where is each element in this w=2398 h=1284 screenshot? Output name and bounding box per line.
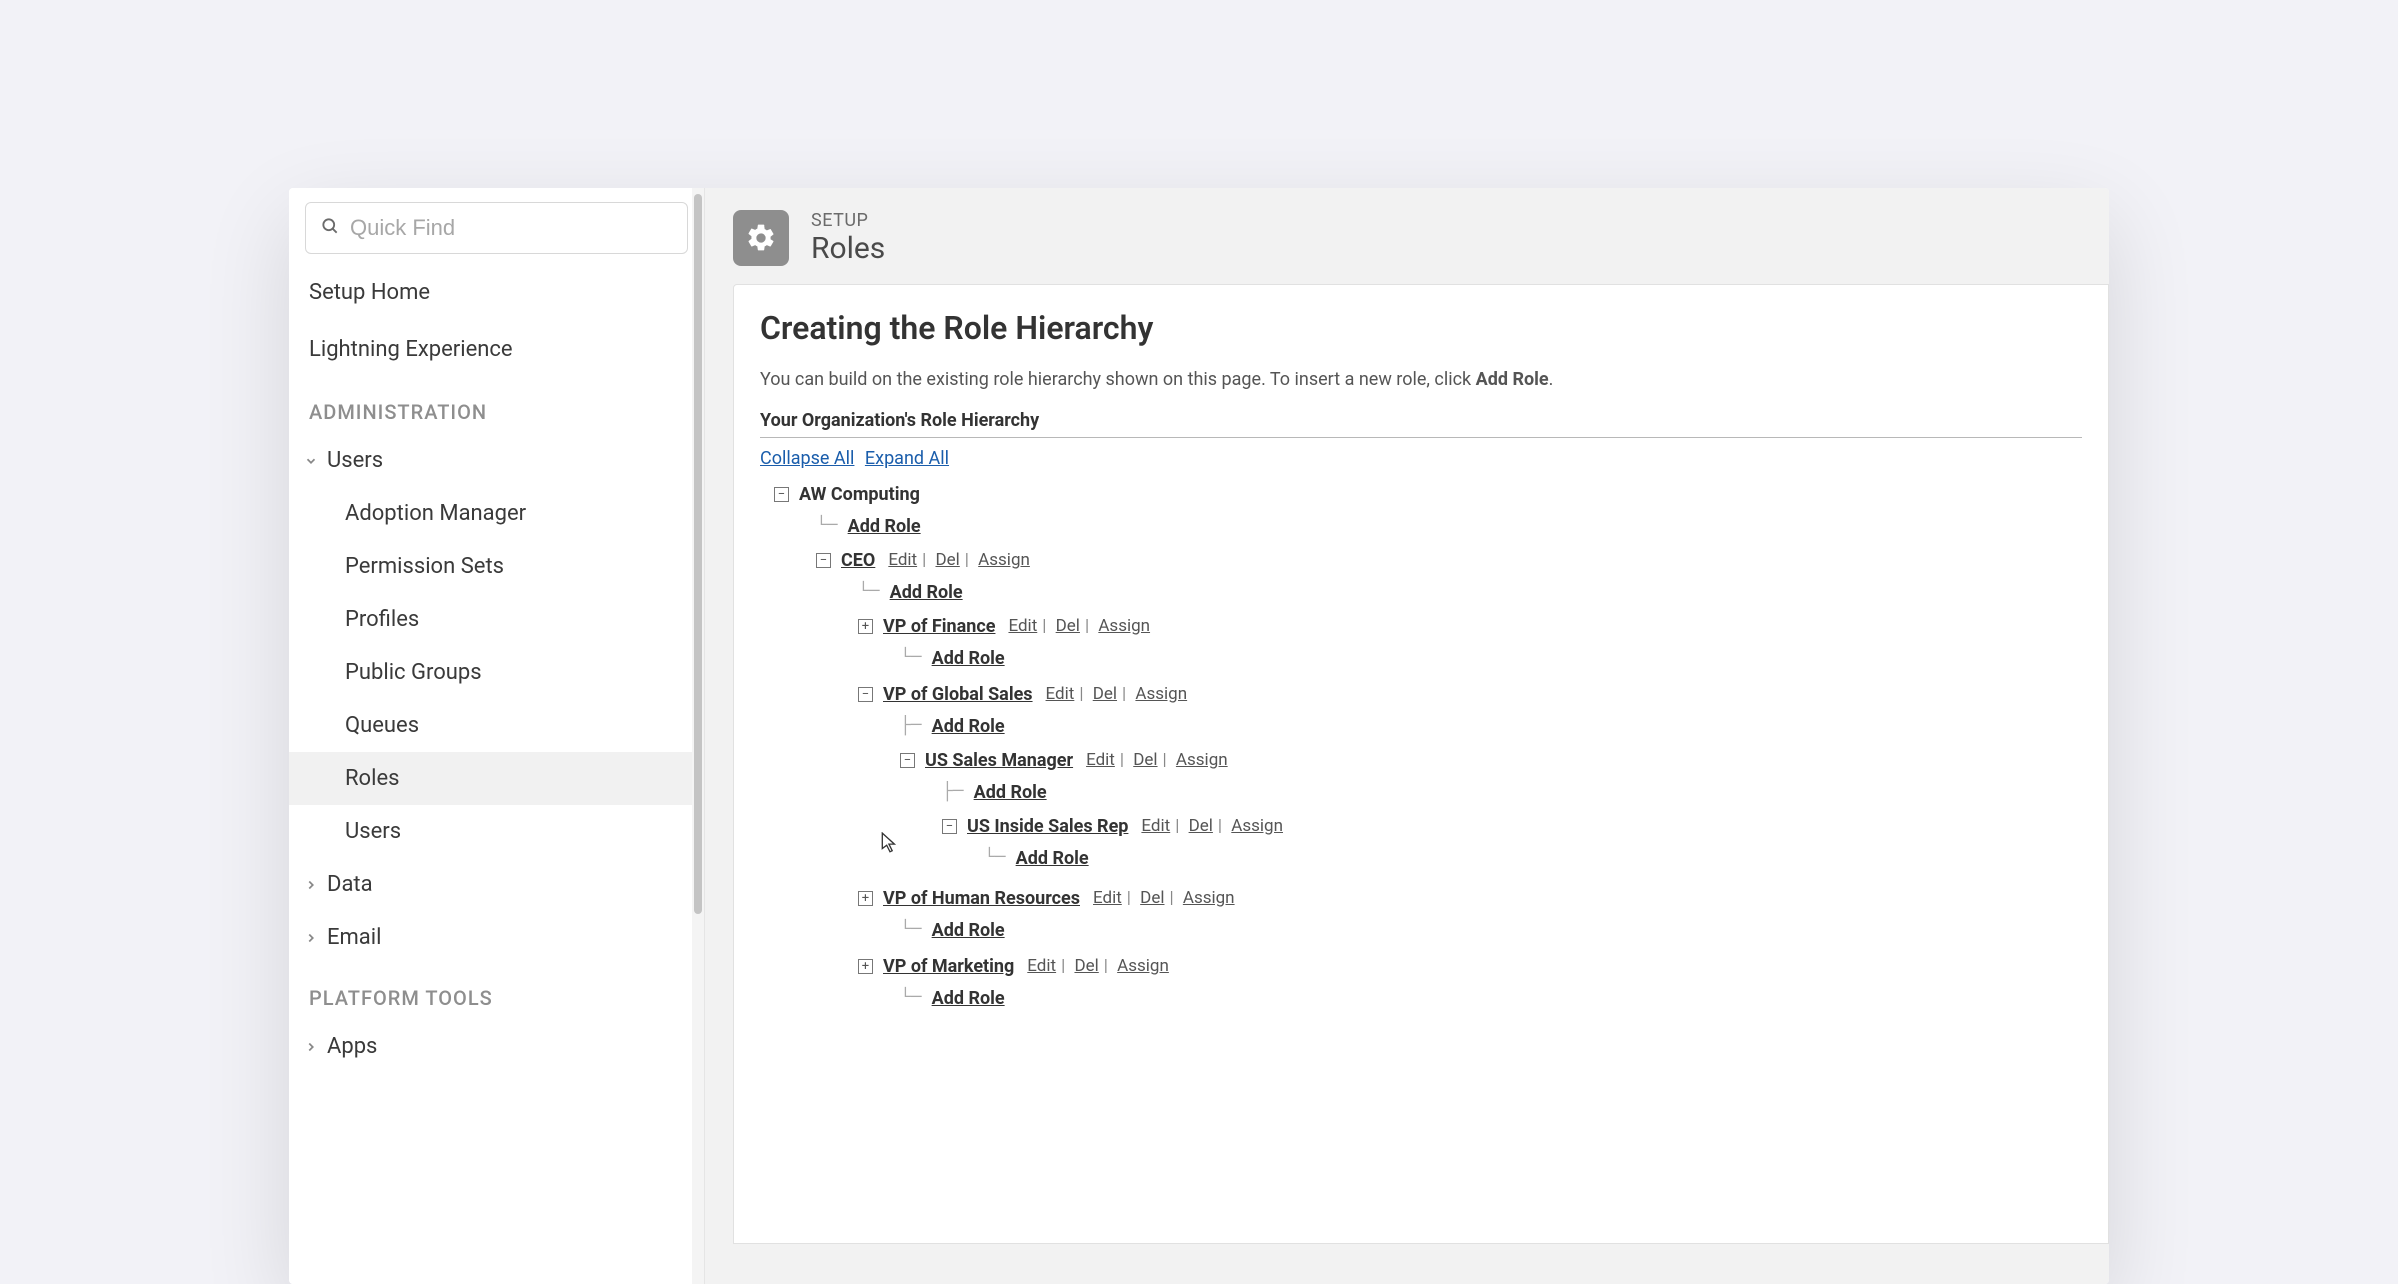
nav-setup-home[interactable]: Setup Home (289, 264, 704, 321)
add-role-link[interactable]: Add Role (932, 716, 1005, 737)
nav-heading-platform-tools: PLATFORM TOOLS (289, 964, 704, 1020)
tree-connector-icon: └─ (900, 648, 922, 668)
org-name: AW Computing (799, 484, 920, 505)
del-link[interactable]: Del (1053, 616, 1083, 636)
nav-users-label: Users (327, 448, 383, 473)
nav-users-item[interactable]: Users (289, 805, 704, 858)
chevron-right-icon (303, 930, 319, 946)
add-role-link[interactable]: Add Role (974, 782, 1047, 803)
sidebar-scrollbar[interactable] (692, 188, 704, 1284)
scrollbar-thumb[interactable] (694, 194, 702, 914)
role-us-inside-sales-rep[interactable]: US Inside Sales Rep (967, 816, 1128, 837)
role-us-sales-manager[interactable]: US Sales Manager (925, 750, 1073, 771)
hierarchy-subheading: Your Organization's Role Hierarchy (760, 410, 2082, 438)
header-title: Roles (811, 231, 885, 266)
chevron-right-icon (303, 877, 319, 893)
nav-adoption-manager[interactable]: Adoption Manager (289, 487, 704, 540)
add-role-link[interactable]: Add Role (890, 582, 963, 603)
chevron-right-icon (303, 1039, 319, 1055)
nav-apps-label: Apps (327, 1034, 377, 1059)
role-ceo[interactable]: CEO (841, 550, 875, 571)
edit-link[interactable]: Edit (885, 550, 920, 570)
tree-toggle-plus-icon[interactable]: + (858, 619, 873, 634)
search-icon (320, 216, 340, 240)
nav-apps[interactable]: Apps (289, 1020, 704, 1073)
nav-public-groups[interactable]: Public Groups (289, 646, 704, 699)
gear-icon (733, 210, 789, 266)
assign-link[interactable]: Assign (1095, 616, 1153, 636)
edit-link[interactable]: Edit (1024, 956, 1059, 976)
tree-toggle-minus-icon[interactable]: − (900, 753, 915, 768)
tree-connector-icon: ├─ (942, 782, 964, 802)
add-role-link[interactable]: Add Role (1016, 848, 1089, 869)
add-role-link[interactable]: Add Role (932, 988, 1005, 1009)
desc-post: . (1549, 369, 1554, 390)
nav-data[interactable]: Data (289, 858, 704, 911)
assign-link[interactable]: Assign (1132, 684, 1190, 704)
role-tree: − AW Computing └─ Add Role (760, 477, 2082, 1021)
chevron-down-icon (303, 453, 319, 469)
sidebar: Setup Home Lightning Experience ADMINIST… (289, 188, 705, 1284)
quick-find-container[interactable] (305, 202, 688, 254)
nav-users[interactable]: Users (289, 434, 704, 487)
nav-roles[interactable]: Roles (289, 752, 704, 805)
tree-toggle-plus-icon[interactable]: + (858, 959, 873, 974)
tree-connector-icon: └─ (984, 848, 1006, 868)
del-link[interactable]: Del (1090, 684, 1120, 704)
quick-find-input[interactable] (350, 215, 673, 241)
edit-link[interactable]: Edit (1090, 888, 1125, 908)
desc-pre: You can build on the existing role hiera… (760, 369, 1476, 390)
nav-lightning-experience[interactable]: Lightning Experience (289, 321, 704, 378)
tree-connector-icon: └─ (816, 516, 838, 536)
nav-email[interactable]: Email (289, 911, 704, 964)
header-eyebrow: SETUP (811, 210, 885, 231)
assign-link[interactable]: Assign (1228, 816, 1286, 836)
edit-link[interactable]: Edit (1043, 684, 1078, 704)
del-link[interactable]: Del (1186, 816, 1216, 836)
del-link[interactable]: Del (1071, 956, 1101, 976)
tree-toggle-minus-icon[interactable]: − (816, 553, 831, 568)
nav-email-label: Email (327, 925, 381, 950)
assign-link[interactable]: Assign (1180, 888, 1238, 908)
tree-toggle-minus-icon[interactable]: − (942, 819, 957, 834)
edit-link[interactable]: Edit (1083, 750, 1118, 770)
page-title: Creating the Role Hierarchy (760, 309, 2082, 347)
tree-toggle-minus-icon[interactable]: − (774, 487, 789, 502)
tree-toggle-minus-icon[interactable]: − (858, 687, 873, 702)
del-link[interactable]: Del (1137, 888, 1167, 908)
assign-link[interactable]: Assign (975, 550, 1033, 570)
role-vp-finance[interactable]: VP of Finance (883, 616, 995, 637)
role-vp-human-resources[interactable]: VP of Human Resources (883, 888, 1080, 909)
tree-connector-icon: └─ (900, 920, 922, 940)
expand-all-link[interactable]: Expand All (865, 448, 949, 469)
nav-permission-sets[interactable]: Permission Sets (289, 540, 704, 593)
tree-connector-icon: └─ (900, 988, 922, 1008)
add-role-link[interactable]: Add Role (932, 920, 1005, 941)
main-area: SETUP Roles Creating the Role Hierarchy … (705, 188, 2109, 1284)
tree-connector-icon: └─ (858, 582, 880, 602)
role-vp-global-sales[interactable]: VP of Global Sales (883, 684, 1033, 705)
role-vp-marketing[interactable]: VP of Marketing (883, 956, 1014, 977)
nav-heading-administration: ADMINISTRATION (289, 378, 704, 434)
assign-link[interactable]: Assign (1114, 956, 1172, 976)
tree-connector-icon: ├─ (900, 716, 922, 736)
nav-queues[interactable]: Queues (289, 699, 704, 752)
add-role-link[interactable]: Add Role (932, 648, 1005, 669)
content-card: Creating the Role Hierarchy You can buil… (733, 284, 2109, 1244)
tree-toggle-plus-icon[interactable]: + (858, 891, 873, 906)
nav-data-label: Data (327, 872, 373, 897)
del-link[interactable]: Del (1130, 750, 1160, 770)
del-link[interactable]: Del (932, 550, 962, 570)
collapse-all-link[interactable]: Collapse All (760, 448, 854, 469)
edit-link[interactable]: Edit (1005, 616, 1040, 636)
desc-bold: Add Role (1476, 369, 1549, 390)
add-role-link[interactable]: Add Role (848, 516, 921, 537)
page-header: SETUP Roles (705, 188, 2109, 284)
assign-link[interactable]: Assign (1173, 750, 1231, 770)
nav-profiles[interactable]: Profiles (289, 593, 704, 646)
edit-link[interactable]: Edit (1138, 816, 1173, 836)
page-description: You can build on the existing role hiera… (760, 369, 2082, 390)
